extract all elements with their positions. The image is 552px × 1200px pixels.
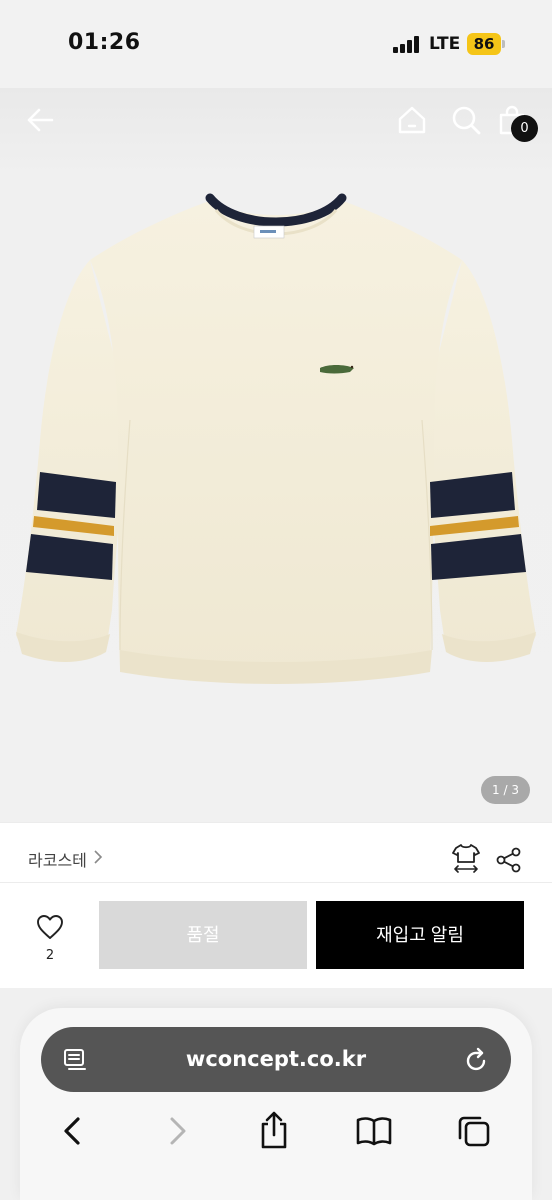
bookmarks-icon (356, 1117, 392, 1146)
size-guide-button[interactable] (452, 843, 480, 873)
bookmarks-button[interactable] (355, 1115, 393, 1147)
reader-icon (64, 1049, 86, 1070)
reader-button[interactable] (63, 1048, 87, 1072)
back-icon (64, 1117, 80, 1145)
tabs-button[interactable] (456, 1113, 492, 1149)
restock-alert-button[interactable]: 재입고 알림 (316, 901, 524, 969)
forward-icon (170, 1117, 186, 1145)
brand-row: 라코스테 (0, 822, 552, 883)
product-page: 01:26 LTE 86 0 1 / 3 라코스테 2 품절 재입고 알림 wc… (0, 0, 552, 1200)
heart-icon (37, 915, 63, 939)
product-image (16, 193, 536, 684)
search-icon (452, 106, 481, 135)
brand-name: 라코스테 (28, 851, 87, 870)
arrow-left-icon (27, 108, 54, 132)
search-button[interactable] (450, 104, 482, 136)
home-button[interactable] (396, 104, 428, 136)
share-button[interactable] (496, 847, 522, 873)
signal-icon (393, 35, 423, 53)
browser-back-button[interactable] (60, 1115, 86, 1147)
reload-button[interactable] (465, 1047, 489, 1073)
browser-share-button[interactable] (258, 1110, 290, 1150)
soldout-button: 품절 (99, 901, 307, 969)
address-bar[interactable]: wconcept.co.kr (41, 1027, 511, 1092)
status-time: 01:26 (68, 30, 141, 55)
wishlist-count: 2 (45, 948, 55, 963)
cart-count-badge: 0 (511, 115, 538, 142)
battery-icon: 86 (467, 33, 505, 55)
reload-icon (466, 1047, 486, 1071)
tabs-icon (458, 1116, 490, 1147)
chevron-right-icon (93, 849, 103, 869)
network-label: LTE (429, 34, 461, 54)
browser-forward-button (164, 1115, 190, 1147)
shirt-size-icon (452, 844, 480, 873)
purchase-bar: 2 품절 재입고 알림 (0, 884, 552, 988)
home-icon (398, 106, 426, 134)
brand-link[interactable]: 라코스테 (28, 847, 103, 871)
url-text: wconcept.co.kr (185, 1047, 367, 1071)
share-icon (261, 1111, 287, 1149)
status-bar: 01:26 LTE 86 (0, 0, 552, 88)
image-counter: 1 / 3 (481, 776, 530, 804)
back-button[interactable] (26, 105, 56, 135)
battery-level: 86 (473, 35, 495, 53)
share-icon (496, 847, 521, 873)
wishlist-button[interactable]: 2 (32, 914, 68, 963)
browser-toolbar-area (0, 988, 552, 1200)
